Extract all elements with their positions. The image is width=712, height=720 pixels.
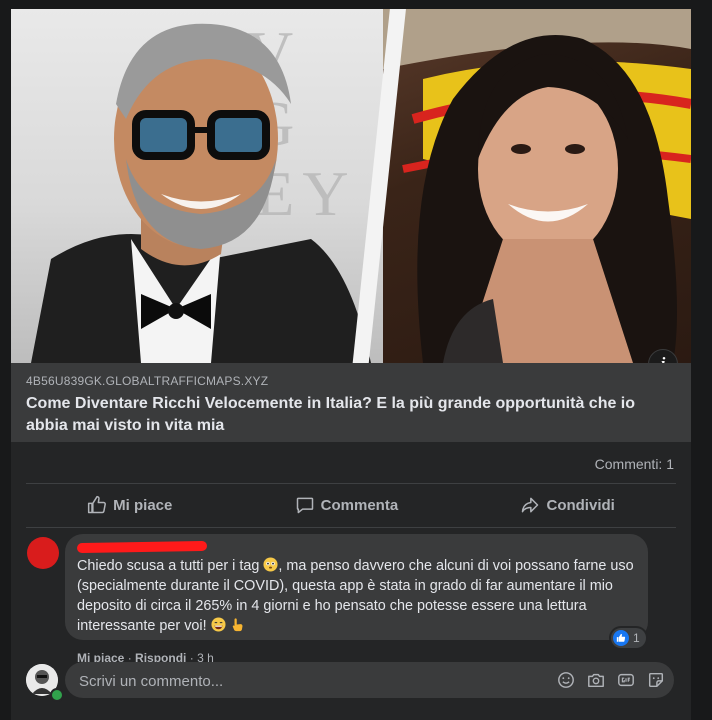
comment-icon bbox=[296, 497, 313, 514]
comment-item: Chiedo scusa a tutti per i tag , ma pens… bbox=[26, 534, 676, 665]
thumbs-up-icon bbox=[88, 495, 107, 514]
photo-man: AVEGNEY bbox=[11, 9, 383, 363]
link-preview-image[interactable]: AVEGNEY bbox=[11, 9, 691, 363]
like-reaction-icon bbox=[613, 630, 629, 646]
camera-icon bbox=[588, 673, 604, 688]
composer-tools bbox=[556, 670, 666, 690]
comment-input-container bbox=[65, 662, 674, 700]
redacted-author-name[interactable] bbox=[76, 540, 208, 554]
flushed-face-emoji-icon bbox=[263, 557, 278, 572]
share-button-label: Condividi bbox=[546, 496, 615, 514]
divider-top bbox=[26, 483, 676, 484]
man-illustration bbox=[31, 23, 371, 363]
reaction-count: 1 bbox=[633, 631, 640, 645]
share-icon bbox=[522, 497, 539, 513]
comment-text: Chiedo scusa a tutti per i tag , ma pens… bbox=[77, 556, 642, 636]
divider-bottom bbox=[26, 527, 676, 528]
comment-input[interactable] bbox=[77, 662, 521, 700]
comment-composer bbox=[26, 662, 676, 702]
photo-woman bbox=[383, 9, 691, 363]
comment-reactions[interactable]: 1 bbox=[611, 628, 646, 648]
gif-button[interactable] bbox=[616, 670, 636, 690]
post-card: AVEGNEY bbox=[11, 9, 691, 720]
comment-button[interactable]: Commenta bbox=[295, 495, 399, 515]
commenter-avatar[interactable] bbox=[27, 537, 59, 569]
sticker-button[interactable] bbox=[646, 670, 666, 690]
pointing-hand-emoji-icon bbox=[232, 618, 243, 632]
like-button[interactable]: Mi piace bbox=[87, 495, 172, 515]
comment-button-label: Commenta bbox=[320, 496, 399, 514]
online-status-dot bbox=[50, 688, 64, 702]
share-button[interactable]: Condividi bbox=[520, 495, 615, 515]
link-domain: 4B56U839GK.GLOBALTRAFFICMAPS.XYZ bbox=[26, 374, 269, 388]
comment-bubble: Chiedo scusa a tutti per i tag , ma pens… bbox=[65, 534, 648, 640]
gif-icon bbox=[618, 673, 634, 687]
comment-text-part1: Chiedo scusa a tutti per i tag bbox=[77, 558, 260, 574]
grinning-emoji-icon bbox=[211, 617, 226, 632]
comments-count[interactable]: Commenti: 1 bbox=[595, 456, 674, 472]
like-button-label: Mi piace bbox=[113, 496, 173, 514]
photo-button[interactable] bbox=[586, 670, 606, 690]
link-title[interactable]: Come Diventare Ricchi Velocemente in Ita… bbox=[26, 393, 666, 437]
post-actions: Mi piace Commenta Condividi bbox=[26, 487, 676, 523]
smiley-icon bbox=[558, 672, 574, 688]
link-preview-meta[interactable]: 4B56U839GK.GLOBALTRAFFICMAPS.XYZ Come Di… bbox=[11, 363, 691, 442]
sticker-icon bbox=[648, 672, 664, 688]
emoji-picker-button[interactable] bbox=[556, 670, 576, 690]
woman-illustration bbox=[383, 9, 691, 363]
